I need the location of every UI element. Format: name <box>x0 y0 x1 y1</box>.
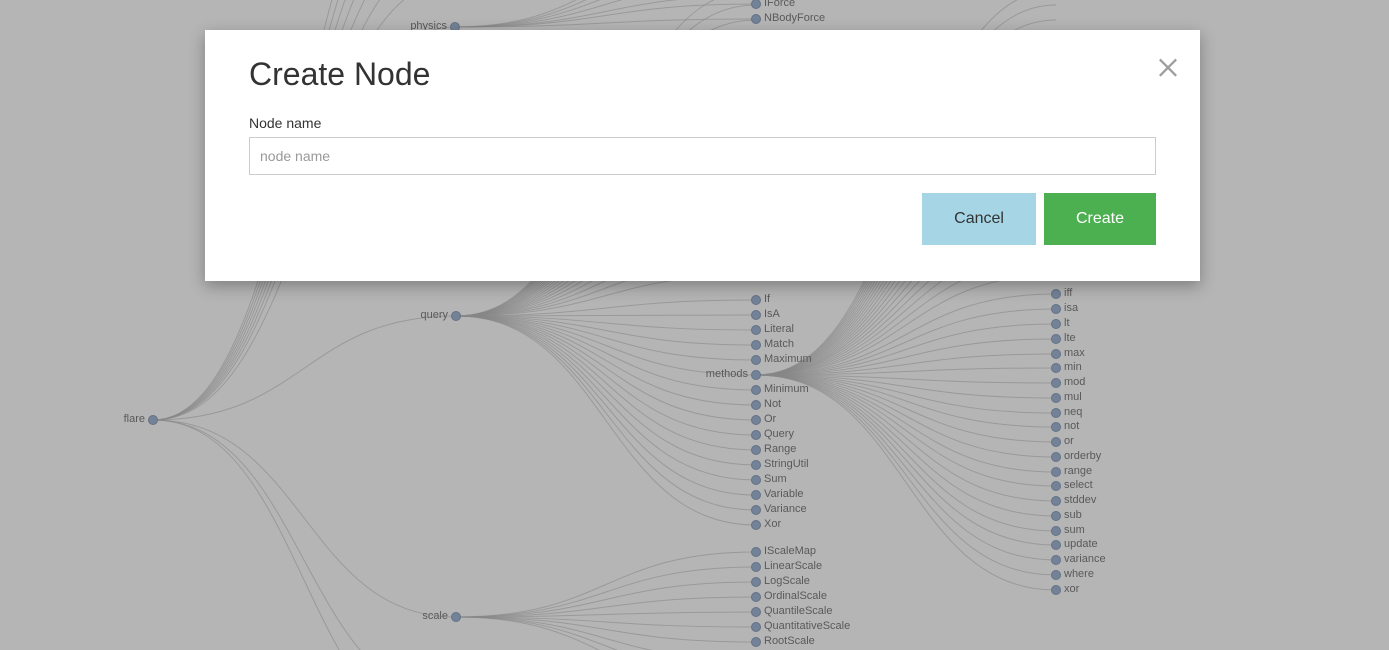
modal-title: Create Node <box>249 56 1156 93</box>
node-name-label: Node name <box>249 115 1156 131</box>
create-node-modal: Create Node Node name Cancel Create <box>205 30 1200 281</box>
node-name-input[interactable] <box>249 137 1156 175</box>
create-button[interactable]: Create <box>1044 193 1156 245</box>
cancel-button[interactable]: Cancel <box>922 193 1036 245</box>
close-icon[interactable] <box>1154 52 1182 80</box>
